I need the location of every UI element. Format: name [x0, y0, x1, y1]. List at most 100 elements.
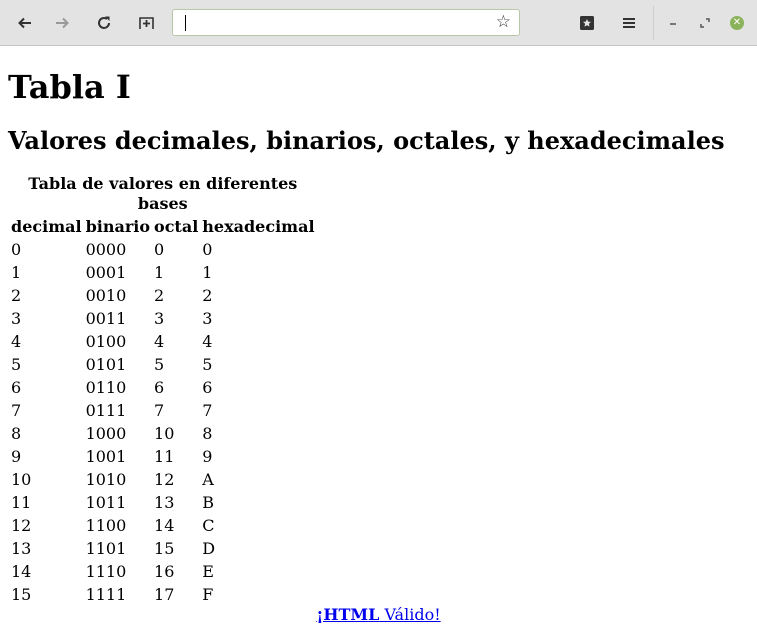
table-cell: 10	[154, 424, 175, 443]
table-cell: 15	[154, 539, 175, 558]
back-icon[interactable]	[13, 11, 37, 35]
footer: ¡HTML Válido!	[8, 605, 749, 624]
table-cell: 13	[154, 493, 175, 512]
table-cell: 0101	[85, 355, 127, 374]
table-cell: 2	[154, 286, 165, 305]
table-row: 12 1100 14 C	[10, 515, 316, 536]
table-cell: 1100	[85, 516, 127, 535]
table-cell: 9	[202, 447, 213, 466]
column-header: decimal	[11, 217, 82, 236]
table-row: 4 0100 4 4	[10, 331, 316, 352]
valid-html-link-text: Válido!	[379, 605, 441, 624]
table-cell: 1111	[85, 585, 127, 604]
table-row: 0 0000 0 0	[10, 239, 316, 260]
table-header-row: decimal binario octal hexadecimal	[10, 216, 316, 237]
table-cell: 0	[202, 240, 213, 259]
bookmark-star-icon[interactable]: ☆	[496, 12, 511, 32]
table-cell: 0	[154, 240, 165, 259]
restore-icon[interactable]	[693, 11, 717, 35]
table-cell: 5	[154, 355, 165, 374]
table-cell: 0	[11, 240, 22, 259]
table-cell: 6	[202, 378, 213, 397]
menu-icon[interactable]	[617, 11, 641, 35]
table-cell: 6	[154, 378, 165, 397]
page-content: Tabla I Valores decimales, binarios, oct…	[0, 67, 757, 624]
table-cell: 1000	[85, 424, 127, 443]
table-cell: 1	[154, 263, 165, 282]
text-cursor	[185, 15, 186, 31]
close-icon: ✕	[730, 16, 744, 30]
column-header: binario	[85, 217, 151, 236]
table-cell: 15	[11, 585, 32, 604]
table-cell: 1	[202, 263, 213, 282]
table-cell: 10	[11, 470, 32, 489]
reader-icon[interactable]	[575, 11, 599, 35]
new-tab-icon[interactable]	[135, 11, 159, 35]
table-cell: 3	[11, 309, 22, 328]
valid-html-link-bold: ¡HTML	[316, 605, 380, 624]
table-cell: A	[202, 470, 214, 489]
table-cell: 7	[154, 401, 165, 420]
reload-icon[interactable]	[92, 11, 116, 35]
table-cell: 8	[202, 424, 213, 443]
forward-icon[interactable]	[50, 11, 74, 35]
table-cell: 1001	[85, 447, 127, 466]
table-caption: Tabla de valores en diferentes bases	[28, 174, 298, 213]
toolbar-separator	[653, 6, 654, 40]
table-cell: 17	[154, 585, 175, 604]
table-row: 3 0011 3 3	[10, 308, 316, 329]
table-cell: 0111	[85, 401, 127, 420]
bases-table: Tabla de valores en diferentes bases dec…	[8, 173, 318, 607]
table-row: 7 0111 7 7	[10, 400, 316, 421]
table-cell: 1011	[85, 493, 127, 512]
table-cell: 4	[202, 332, 213, 351]
table-cell: 11	[154, 447, 175, 466]
table-row: 14 1110 16 E	[10, 561, 316, 582]
table-row: 11 1011 13 B	[10, 492, 316, 513]
column-header: hexadecimal	[202, 217, 315, 236]
table-cell: 1110	[85, 562, 127, 581]
table-cell: E	[202, 562, 214, 581]
table-cell: 7	[202, 401, 213, 420]
table-cell: 2	[202, 286, 213, 305]
table-cell: 1010	[85, 470, 127, 489]
table-cell: 3	[202, 309, 213, 328]
browser-toolbar: ☆ ✕	[0, 0, 757, 46]
table-cell: 14	[154, 516, 175, 535]
table-cell: 13	[11, 539, 32, 558]
table-cell: 3	[154, 309, 165, 328]
table-row: 6 0110 6 6	[10, 377, 316, 398]
table-cell: 11	[11, 493, 32, 512]
table-cell: 0000	[85, 240, 127, 259]
table-cell: 2	[11, 286, 22, 305]
table-row: 10 1010 12 A	[10, 469, 316, 490]
page-subtitle: Valores decimales, binarios, octales, y …	[8, 126, 725, 155]
table-body: 0 0000 0 0 1 0001 1 1 2 0010 2 2 3 0011 3 3 4 0100 4 4 …	[10, 239, 316, 605]
table-cell: 1101	[85, 539, 127, 558]
valid-html-link[interactable]: ¡HTML Válido!	[316, 605, 440, 624]
table-cell: F	[202, 585, 214, 604]
table-row: 8 1000 10 8	[10, 423, 316, 444]
table-cell: 12	[11, 516, 32, 535]
table-cell: 8	[11, 424, 22, 443]
table-row: 1 0001 1 1	[10, 262, 316, 283]
table-cell: 4	[154, 332, 165, 351]
table-cell: 7	[11, 401, 22, 420]
table-cell: 1	[11, 263, 22, 282]
table-cell: 0100	[85, 332, 127, 351]
table-cell: D	[202, 539, 216, 558]
address-bar[interactable]: ☆	[172, 9, 520, 36]
table-cell: C	[202, 516, 215, 535]
minimize-icon[interactable]	[661, 11, 685, 35]
close-window-button[interactable]: ✕	[725, 11, 749, 35]
table-cell: 6	[11, 378, 22, 397]
table-cell: 5	[202, 355, 213, 374]
table-cell: 4	[11, 332, 22, 351]
table-row: 15 1111 17 F	[10, 584, 316, 605]
table-cell: B	[202, 493, 215, 512]
table-row: 2 0010 2 2	[10, 285, 316, 306]
table-cell: 0011	[85, 309, 127, 328]
table-row: 13 1101 15 D	[10, 538, 316, 559]
table-row: 5 0101 5 5	[10, 354, 316, 375]
table-cell: 9	[11, 447, 22, 466]
